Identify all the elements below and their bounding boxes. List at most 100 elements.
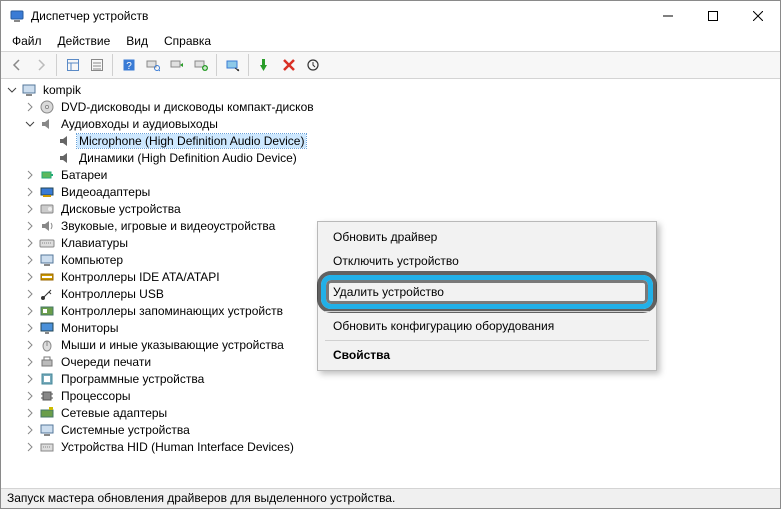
storage-controller-icon (39, 303, 55, 319)
context-update-driver[interactable]: Обновить драйвер (321, 225, 653, 249)
tree-item-microphone[interactable]: Microphone (High Definition Audio Device… (1, 132, 780, 149)
monitor-icon (39, 320, 55, 336)
uninstall-button[interactable] (189, 54, 212, 77)
display-adapter-icon (39, 184, 55, 200)
tree-label: Дисковые устройства (59, 202, 183, 216)
chevron-right-icon[interactable] (23, 355, 37, 369)
chevron-right-icon[interactable] (23, 406, 37, 420)
tree-label: Компьютер (59, 253, 125, 267)
computer-icon (21, 82, 37, 98)
maximize-button[interactable] (690, 1, 735, 31)
chevron-right-icon[interactable] (23, 202, 37, 216)
disc-icon (39, 99, 55, 115)
chevron-right-icon[interactable] (23, 321, 37, 335)
tree-item-disk[interactable]: Дисковые устройства (1, 200, 780, 217)
chevron-right-icon[interactable] (23, 389, 37, 403)
highlighted-item: Удалить устройство (321, 275, 653, 309)
chevron-right-icon[interactable] (23, 270, 37, 284)
context-separator (325, 311, 649, 312)
tree-label: Программные устройства (59, 372, 206, 386)
menu-file[interactable]: Файл (5, 32, 49, 50)
tree-item-network[interactable]: Сетевые адаптеры (1, 404, 780, 421)
chevron-right-icon[interactable] (23, 185, 37, 199)
tree-item-processors[interactable]: Процессоры (1, 387, 780, 404)
tree-label: Контроллеры запоминающих устройств (59, 304, 285, 318)
properties-button[interactable] (85, 54, 108, 77)
statusbar: Запуск мастера обновления драйверов для … (1, 488, 780, 508)
minimize-button[interactable] (645, 1, 690, 31)
close-button[interactable] (735, 1, 780, 31)
forward-button[interactable] (29, 54, 52, 77)
chevron-right-icon[interactable] (23, 304, 37, 318)
tree-item-video[interactable]: Видеоадаптеры (1, 183, 780, 200)
tree-label: Очереди печати (59, 355, 153, 369)
show-hidden-button[interactable] (61, 54, 84, 77)
help-button[interactable]: ? (117, 54, 140, 77)
menu-help[interactable]: Справка (157, 32, 218, 50)
chevron-right-icon[interactable] (23, 100, 37, 114)
context-rescan-hardware[interactable]: Обновить конфигурацию оборудования (321, 314, 653, 338)
chevron-right-icon[interactable] (23, 287, 37, 301)
tree-label: Аудиовходы и аудиовыходы (59, 117, 220, 131)
chevron-right-icon[interactable] (23, 236, 37, 250)
update-driver-button[interactable] (165, 54, 188, 77)
speaker-icon (57, 150, 73, 166)
tree-label: Сетевые адаптеры (59, 406, 169, 420)
chevron-down-icon[interactable] (5, 83, 19, 97)
toolbar-separator (56, 54, 57, 76)
back-button[interactable] (5, 54, 28, 77)
tree-label: Мыши и иные указывающие устройства (59, 338, 286, 352)
titlebar: Диспетчер устройств (1, 1, 780, 31)
menubar: Файл Действие Вид Справка (1, 31, 780, 51)
refresh-button[interactable] (301, 54, 324, 77)
tree-label: kompik (41, 83, 83, 97)
menu-action[interactable]: Действие (51, 32, 118, 50)
chevron-right-icon[interactable] (23, 440, 37, 454)
tree-item-audio[interactable]: Аудиовходы и аудиовыходы (1, 115, 780, 132)
tree-label: Процессоры (59, 389, 133, 403)
cpu-icon (39, 388, 55, 404)
tree-label: Системные устройства (59, 423, 192, 437)
tree-item-battery[interactable]: Батареи (1, 166, 780, 183)
toolbar-separator (112, 54, 113, 76)
tree-item-hid[interactable]: Устройства HID (Human Interface Devices) (1, 438, 780, 455)
chevron-right-icon[interactable] (23, 253, 37, 267)
chevron-right-icon[interactable] (23, 423, 37, 437)
tree-label: Microphone (High Definition Audio Device… (77, 134, 306, 148)
context-uninstall-device[interactable]: Удалить устройство (326, 280, 648, 304)
chevron-down-icon[interactable] (23, 117, 37, 131)
mouse-icon (39, 337, 55, 353)
usb-icon (39, 286, 55, 302)
disable-button[interactable] (221, 54, 244, 77)
tree-item-speakers[interactable]: Динамики (High Definition Audio Device) (1, 149, 780, 166)
context-menu: Обновить драйвер Отключить устройство Уд… (317, 221, 657, 371)
menu-view[interactable]: Вид (119, 32, 155, 50)
enable-button[interactable] (253, 54, 276, 77)
toolbar-separator (216, 54, 217, 76)
tree-label: Звуковые, игровые и видеоустройства (59, 219, 277, 233)
tree-label: DVD-дисководы и дисководы компакт-дисков (59, 100, 316, 114)
ide-icon (39, 269, 55, 285)
tree-item-software[interactable]: Программные устройства (1, 370, 780, 387)
tree-root[interactable]: kompik (1, 81, 780, 98)
scan-button[interactable] (141, 54, 164, 77)
svg-text:?: ? (126, 61, 132, 72)
sound-icon (39, 218, 55, 234)
chevron-right-icon[interactable] (23, 168, 37, 182)
tree-item-dvd[interactable]: DVD-дисководы и дисководы компакт-дисков (1, 98, 780, 115)
remove-button[interactable] (277, 54, 300, 77)
speaker-icon (57, 133, 73, 149)
speaker-icon (39, 116, 55, 132)
keyboard-icon (39, 235, 55, 251)
toolbar: ? (1, 51, 780, 79)
chevron-right-icon[interactable] (23, 219, 37, 233)
context-disable-device[interactable]: Отключить устройство (321, 249, 653, 273)
computer-icon (39, 252, 55, 268)
device-tree[interactable]: kompik DVD-дисководы и дисководы компакт… (1, 79, 780, 488)
chevron-right-icon[interactable] (23, 372, 37, 386)
tree-item-system[interactable]: Системные устройства (1, 421, 780, 438)
chevron-right-icon[interactable] (23, 338, 37, 352)
tree-label: Устройства HID (Human Interface Devices) (59, 440, 296, 454)
software-device-icon (39, 371, 55, 387)
context-properties[interactable]: Свойства (321, 343, 653, 367)
